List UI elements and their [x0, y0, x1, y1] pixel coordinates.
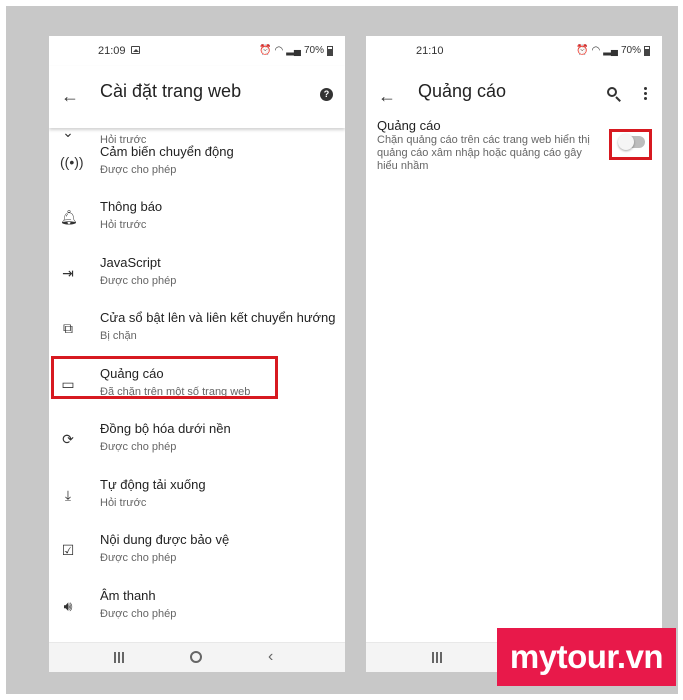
list-item-motion-sensors[interactable]: ((•)) Cảm biến chuyển động Được cho phép	[49, 136, 345, 191]
signal-icon: ▂▄	[603, 45, 618, 56]
image-notification-icon	[131, 46, 140, 54]
alarm-icon: ⏰	[576, 45, 589, 56]
alarm-icon: ⏰	[259, 45, 272, 56]
battery-icon	[327, 45, 333, 56]
system-icons: ⏰ ◠ ▂▄ 70%	[576, 45, 650, 56]
site-settings-screen: 21:09 ⏰ ◠ ▂▄ 70% ← Cài đặt trang web ? ⌄…	[49, 36, 345, 672]
list-item-label: Cửa sổ bật lên và liên kết chuyển hướng	[100, 310, 336, 325]
toggle-highlight-box	[609, 129, 652, 160]
navigation-bar: ‹	[49, 642, 345, 672]
signal-icon: ▂▄	[286, 45, 301, 56]
list-item-sub: Được cho phép	[100, 608, 177, 620]
list-item-sub: Được cho phép	[100, 441, 177, 453]
status-time: 21:10	[416, 45, 444, 57]
motion-sensor-icon: ((•))	[60, 154, 84, 170]
download-icon: ⤓	[64, 487, 72, 503]
list-item-label: Nội dung được bảo vệ	[100, 532, 230, 547]
back-arrow-icon[interactable]: ←	[61, 86, 81, 106]
list-item-label: JavaScript	[100, 255, 161, 270]
popup-icon: ⧉	[63, 320, 73, 336]
status-time: 21:09	[98, 45, 126, 57]
list-item-popups[interactable]: ⧉ Cửa sổ bật lên và liên kết chuyển hướn…	[49, 302, 345, 357]
recents-icon[interactable]	[431, 652, 443, 663]
setting-description: Chặn quảng cáo trên các trang web hiển t…	[377, 134, 590, 172]
list-item-background-sync[interactable]: ⟳ Đồng bộ hóa dưới nền Được cho phép	[49, 413, 345, 468]
list-item-sub: Được cho phép	[100, 552, 177, 564]
ads-highlight-box	[51, 356, 278, 399]
recents-icon[interactable]	[113, 652, 125, 663]
app-bar: ← Cài đặt trang web ?	[49, 66, 345, 128]
wifi-icon: ◠	[591, 45, 601, 56]
wifi-icon: ◠	[274, 45, 284, 56]
nav-back-icon[interactable]: ‹	[268, 648, 273, 666]
list-item-notifications[interactable]: 🔔︎ Thông báo Hỏi trước	[49, 191, 345, 246]
list-item-auto-download[interactable]: ⤓ Tự động tải xuống Hỏi trước	[49, 469, 345, 524]
list-item-label: Đồng bộ hóa dưới nền	[100, 421, 231, 436]
battery-icon	[644, 45, 650, 56]
home-icon[interactable]	[190, 651, 202, 663]
list-item-label: Cảm biến chuyển động	[100, 144, 234, 159]
list-item-sub: Được cho phép	[100, 275, 177, 287]
list-item-label: Thông báo	[100, 199, 163, 214]
screenshot-frame: 21:09 ⏰ ◠ ▂▄ 70% ← Cài đặt trang web ? ⌄…	[6, 6, 678, 694]
list-item-sound[interactable]: 🔊︎ Âm thanh Được cho phép	[49, 580, 345, 635]
sound-icon: 🔊︎	[63, 598, 73, 614]
status-bar: 21:09 ⏰ ◠ ▂▄ 70%	[49, 36, 345, 66]
list-item-sub: Hỏi trước	[100, 219, 147, 231]
list-item-protected-content[interactable]: ☑ Nội dung được bảo vệ Được cho phép	[49, 524, 345, 579]
protected-content-icon: ☑	[61, 542, 75, 558]
list-item-javascript[interactable]: ⇥ JavaScript Được cho phép	[49, 247, 345, 302]
list-item-sub: Bị chặn	[100, 330, 137, 342]
system-icons: ⏰ ◠ ▂▄ 70%	[259, 45, 333, 56]
mytour-watermark: mytour.vn	[497, 628, 676, 686]
help-icon[interactable]: ?	[320, 88, 333, 101]
javascript-icon: ⇥	[62, 265, 74, 281]
battery-percent: 70%	[620, 45, 641, 56]
sync-icon: ⟳	[62, 431, 74, 447]
page-title: Quảng cáo	[418, 81, 507, 101]
list-item-sub: Hỏi trước	[100, 497, 147, 509]
page-title: Cài đặt trang web	[100, 81, 242, 101]
setting-title: Quảng cáo	[377, 118, 441, 133]
bell-icon: 🔔︎	[60, 209, 78, 225]
more-options-icon[interactable]	[644, 87, 648, 101]
battery-percent: 70%	[303, 45, 324, 56]
ads-settings-screen: 21:10 ⏰ ◠ ▂▄ 70% ← Quảng cáo Quảng cáo C…	[366, 36, 662, 672]
list-item-label: Tự động tải xuống	[100, 477, 206, 492]
back-arrow-icon[interactable]: ←	[378, 86, 398, 106]
status-bar: 21:10 ⏰ ◠ ▂▄ 70%	[366, 36, 662, 66]
list-item-label: Âm thanh	[100, 588, 156, 603]
list-item-sub: Được cho phép	[100, 164, 177, 176]
search-icon[interactable]	[606, 86, 622, 102]
